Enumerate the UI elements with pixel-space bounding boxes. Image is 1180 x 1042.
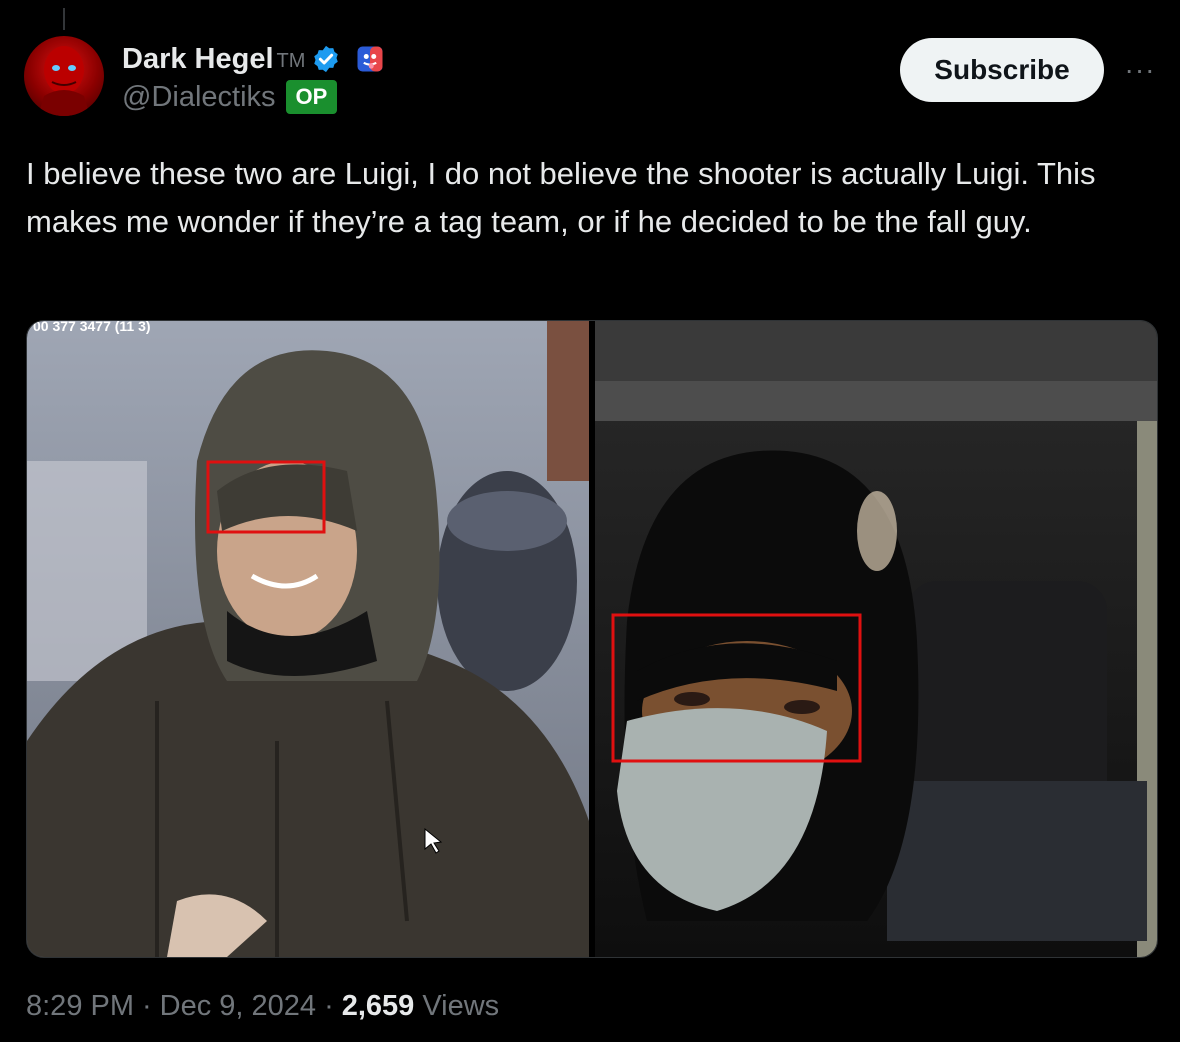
right-surveillance-photo [595, 321, 1157, 957]
left-photo-caption: 00 377 3477 (11 3) [33, 321, 151, 334]
left-surveillance-photo: 00 377 3477 (11 3) [27, 321, 589, 957]
views-label: Views [422, 990, 500, 1022]
author-handle[interactable]: @Dialectiks [122, 81, 276, 114]
thread-line [63, 8, 65, 30]
more-options-icon[interactable]: ··· [1120, 52, 1160, 88]
author-name-row: Dark Hegel TM [122, 40, 385, 78]
meta-separator: · [324, 990, 334, 1022]
views-count: 2,659 [341, 990, 415, 1022]
tweet-time[interactable]: 8:29 PM [26, 990, 134, 1023]
photo-divider [589, 321, 595, 957]
subscribe-button[interactable]: Subscribe [900, 38, 1104, 102]
op-badge: OP [285, 80, 338, 114]
tweet-media[interactable]: 00 377 3477 (11 3) [26, 320, 1158, 958]
avatar[interactable] [24, 36, 104, 116]
trademark-label: TM [276, 49, 306, 72]
red-robot-avatar-icon [38, 46, 90, 116]
verified-check-icon[interactable] [311, 44, 341, 74]
handle-row: @Dialectiks OP [122, 80, 338, 114]
tongue-face-emoji-icon [357, 46, 383, 72]
tweet-date[interactable]: Dec 9, 2024 [160, 990, 316, 1023]
display-name[interactable]: Dark Hegel [122, 43, 274, 76]
meta-separator: · [142, 990, 152, 1022]
tweet-meta: 8:29 PM · Dec 9, 2024 · 2,659 Views [26, 990, 499, 1023]
tweet-text: I believe these two are Luigi, I do not … [26, 156, 1096, 239]
surveillance-photos-image: 00 377 3477 (11 3) [27, 321, 1157, 957]
